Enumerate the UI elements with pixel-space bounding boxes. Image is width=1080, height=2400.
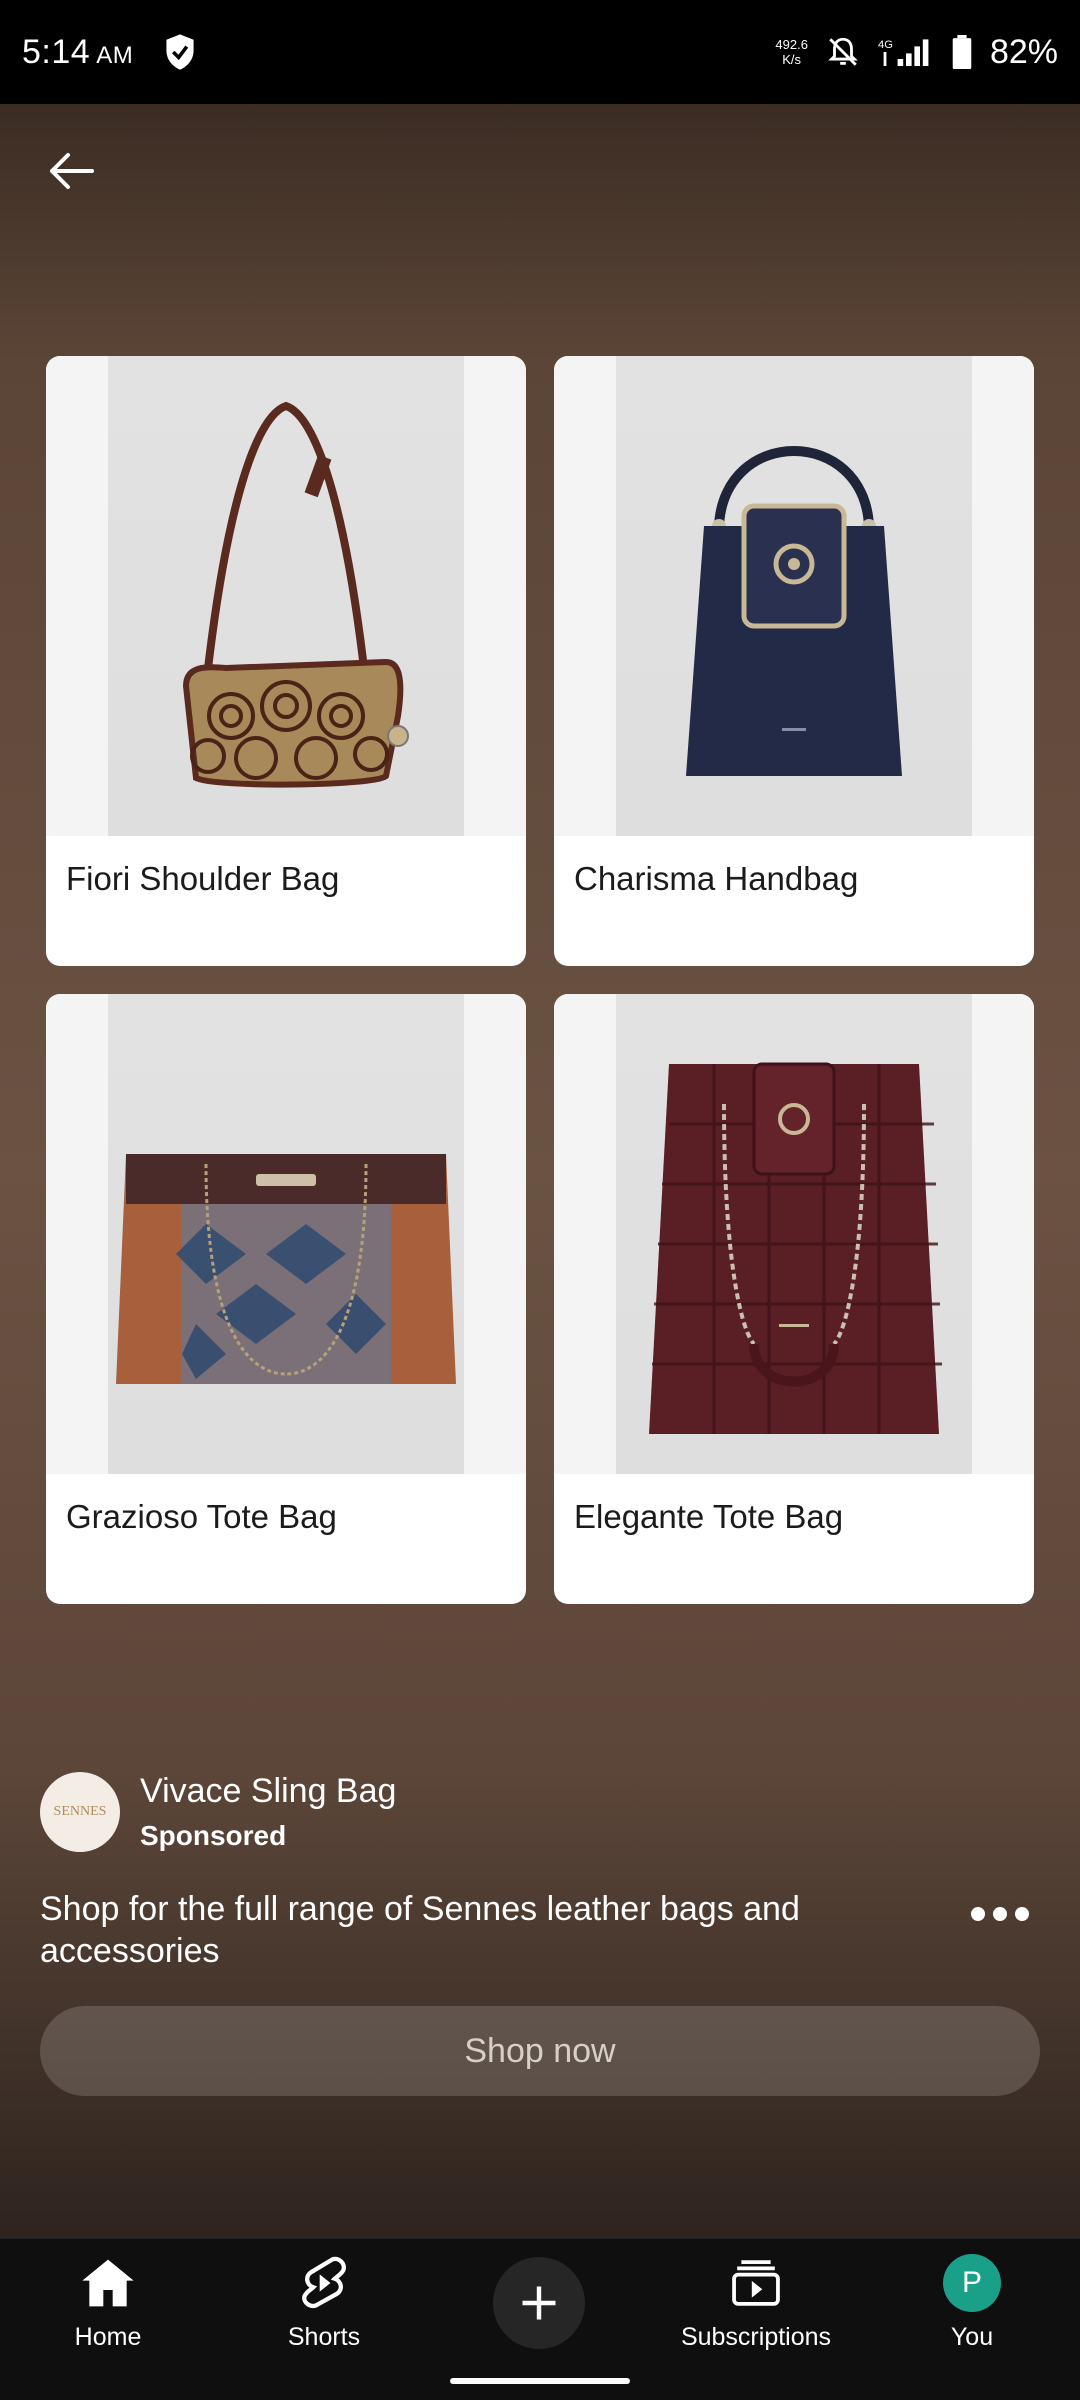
product-name: Elegante Tote Bag bbox=[574, 1498, 844, 1535]
signal-icon: 4G bbox=[878, 39, 929, 66]
network-type: 4G bbox=[878, 39, 893, 51]
bottom-navigation: Home Shorts Subscriptions P You bbox=[0, 2238, 1080, 2400]
nav-shorts-label: Shorts bbox=[287, 2323, 361, 2351]
product-image bbox=[46, 356, 526, 836]
product-card-fiori[interactable]: Fiori Shoulder Bag bbox=[46, 356, 526, 966]
croc-tote-image bbox=[649, 1062, 942, 1434]
product-name: Grazioso Tote Bag bbox=[66, 1498, 337, 1535]
back-button[interactable] bbox=[36, 136, 106, 206]
nav-home[interactable]: Home bbox=[8, 2253, 208, 2363]
status-time-value: 5:14 bbox=[22, 32, 91, 71]
avatar-letter: P bbox=[943, 2254, 1001, 2312]
status-bar: 5:14 AM 492.6 K/s 4G 82% bbox=[0, 0, 1080, 104]
status-time: 5:14 AM bbox=[22, 33, 133, 72]
shield-icon bbox=[166, 34, 194, 70]
ad-description: Shop for the full range of Sennes leathe… bbox=[40, 1890, 800, 1970]
nav-shorts[interactable]: Shorts bbox=[224, 2253, 424, 2363]
more-horizontal-icon bbox=[971, 1907, 1029, 1921]
battery-percent: 82% bbox=[989, 32, 1058, 71]
back-arrow-icon bbox=[50, 153, 94, 189]
nav-you-label: You bbox=[950, 2323, 994, 2351]
plus-icon bbox=[522, 2286, 556, 2320]
product-image bbox=[554, 994, 1034, 1474]
shop-now-label: Shop now bbox=[464, 2031, 616, 2070]
product-card-elegante[interactable]: Elegante Tote Bag bbox=[554, 994, 1034, 1604]
avatar: P bbox=[942, 2253, 1002, 2313]
product-image bbox=[554, 356, 1034, 836]
shorts-icon bbox=[294, 2253, 354, 2313]
network-speed-unit: K/s bbox=[782, 52, 802, 67]
battery-icon bbox=[952, 35, 972, 69]
nav-home-label: Home bbox=[74, 2323, 142, 2351]
ad-title[interactable]: Vivace Sling Bag bbox=[140, 1772, 396, 1811]
nav-you[interactable]: P You bbox=[872, 2253, 1072, 2363]
nav-subscriptions[interactable]: Subscriptions bbox=[656, 2253, 856, 2363]
status-icons: 492.6 K/s 4G 82% bbox=[775, 33, 1058, 72]
create-button[interactable] bbox=[493, 2257, 585, 2349]
sponsored-label: Sponsored bbox=[140, 1820, 287, 1851]
home-indicator[interactable] bbox=[450, 2378, 630, 2384]
more-options-button[interactable] bbox=[968, 1902, 1032, 1926]
bell-muted-icon bbox=[828, 37, 858, 66]
product-image bbox=[46, 994, 526, 1474]
shop-now-button[interactable]: Shop now bbox=[40, 2006, 1040, 2096]
product-card-grazioso[interactable]: Grazioso Tote Bag bbox=[46, 994, 526, 1604]
shoulder-bag-image bbox=[182, 401, 409, 788]
product-name: Fiori Shoulder Bag bbox=[66, 860, 340, 897]
home-icon bbox=[78, 2253, 138, 2313]
product-card-charisma[interactable]: Charisma Handbag bbox=[554, 356, 1034, 966]
advertiser-logo-text: SENNES bbox=[53, 1804, 107, 1819]
advertiser-logo[interactable]: SENNES bbox=[40, 1772, 120, 1852]
subscriptions-icon bbox=[726, 2253, 786, 2313]
handbag-image bbox=[686, 446, 902, 776]
tote-bag-image bbox=[116, 1154, 456, 1384]
network-speed-value: 492.6 bbox=[775, 37, 808, 52]
network-speed: 492.6 K/s bbox=[775, 37, 808, 67]
nav-subscriptions-label: Subscriptions bbox=[680, 2323, 832, 2351]
product-name: Charisma Handbag bbox=[574, 860, 859, 897]
status-time-ampm: AM bbox=[96, 41, 134, 69]
